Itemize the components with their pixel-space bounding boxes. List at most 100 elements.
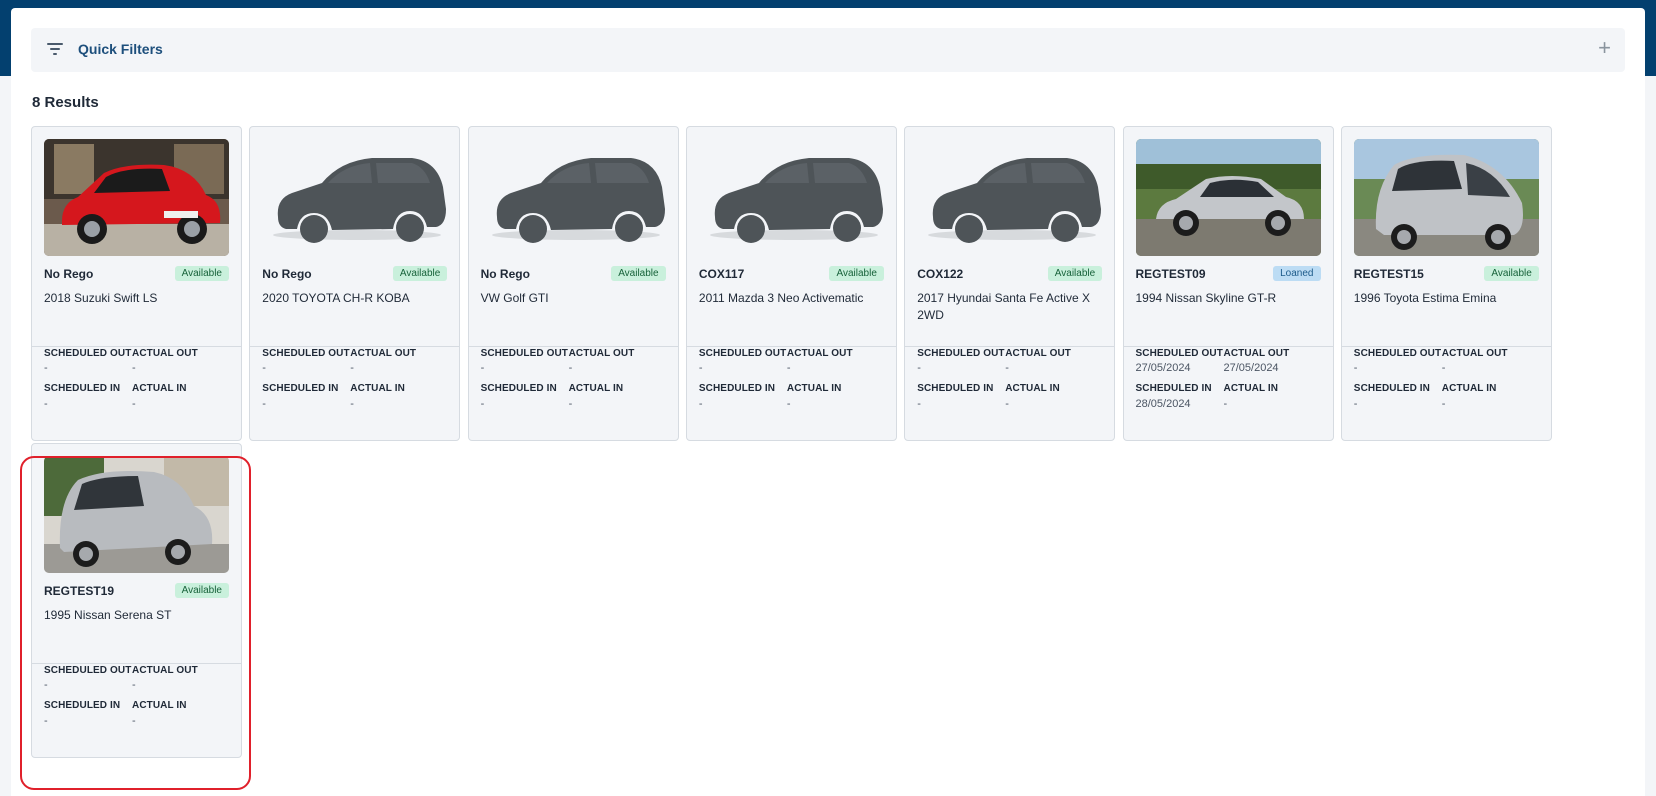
actual-in-label: ACTUAL IN [1223,383,1279,394]
scheduled-in-value: 28/05/2024 [1135,398,1191,410]
card-divider [905,346,1115,347]
vehicle-title: 1996 Toyota Estima Emina [1353,291,1497,305]
scheduled-out-value: - [44,362,48,374]
vehicle-title: 1994 Nissan Skyline GT-R [1135,291,1277,305]
vehicle-photo [480,139,666,256]
actual-out-label: ACTUAL OUT [132,348,198,359]
actual-out-label: ACTUAL OUT [350,348,417,359]
scheduled-out-value: - [917,362,921,374]
vehicle-card[interactable]: No Rego Available 2020 TOYOTA CH-R KOBA … [249,126,461,441]
actual-in-value: - [132,398,136,410]
actual-in-label: ACTUAL IN [1005,383,1060,394]
actual-out-label: ACTUAL OUT [1441,348,1508,359]
card-divider [1123,346,1333,347]
status-badge: Available [1484,266,1539,281]
actual-out-value: - [568,362,573,374]
card-divider [468,346,678,347]
actual-in-value: - [1005,398,1009,410]
selected-card-outline [20,456,251,790]
actual-in-label: ACTUAL IN [568,383,624,394]
actual-out-label: ACTUAL OUT [786,348,853,359]
scheduled-out-value: - [262,362,266,374]
vehicle-rego: No Rego [480,267,530,281]
vehicle-card[interactable]: REGTEST15 Available 1996 Toyota Estima E… [1340,126,1552,441]
plus-icon[interactable]: + [1598,37,1611,59]
actual-in-label: ACTUAL IN [350,383,405,394]
vehicle-rego: COX122 [917,267,964,281]
actual-in-label: ACTUAL IN [786,383,842,394]
status-badge: Available [174,266,229,281]
vehicle-card[interactable]: REGTEST09 Loaned 1994 Nissan Skyline GT-… [1122,126,1334,441]
vehicle-title: 2017 Hyundai Santa Fe Active X 2WD [917,291,1090,322]
vehicle-title: 2018 Suzuki Swift LS [44,291,158,305]
scheduled-in-value: - [480,398,485,410]
vehicle-card[interactable]: No Rego Available VW Golf GTI SCHEDULED … [467,126,679,441]
quick-filters-bar[interactable]: Quick Filters + [31,28,1625,72]
actual-in-value: - [350,398,354,410]
vehicle-card[interactable]: COX122 Available 2017 Hyundai Santa Fe A… [904,126,1116,441]
scheduled-in-label: SCHEDULED IN [698,383,776,394]
actual-in-value: - [568,398,573,410]
scheduled-out-label: SCHEDULED OUT [44,348,132,359]
actual-in-value: - [1223,398,1228,410]
vehicle-photo [1353,139,1539,256]
actual-in-value: - [786,398,791,410]
vehicle-rego: No Rego [44,267,94,281]
vehicle-card[interactable]: COX117 Available 2011 Mazda 3 Neo Active… [685,126,897,441]
actual-out-label: ACTUAL OUT [1223,348,1290,359]
scheduled-out-value: 27/05/2024 [1135,362,1191,374]
scheduled-out-label: SCHEDULED OUT [262,348,350,359]
scheduled-in-label: SCHEDULED IN [262,383,339,394]
vehicle-photo [1135,139,1321,256]
scheduled-in-value: - [917,398,921,410]
vehicle-photo [917,139,1103,256]
actual-in-value: - [1441,398,1446,410]
actual-out-value: - [1441,362,1446,374]
actual-in-label: ACTUAL IN [1441,383,1497,394]
scheduled-in-value: - [262,398,266,410]
scheduled-in-label: SCHEDULED IN [480,383,557,394]
vehicle-rego: REGTEST09 [1135,267,1206,281]
vehicle-rego: No Rego [262,267,312,281]
vehicle-title: 2011 Mazda 3 Neo Activematic [698,291,864,305]
status-badge: Available [1047,266,1103,281]
quick-filters-label: Quick Filters [78,41,163,57]
scheduled-out-label: SCHEDULED OUT [1353,348,1442,359]
card-divider [686,346,896,347]
scheduled-out-value: - [1353,362,1358,374]
vehicle-photo [698,139,884,256]
status-badge: Loaned [1273,266,1321,281]
scheduled-out-value: - [698,362,703,374]
status-badge: Available [611,266,666,281]
vehicle-rego: COX117 [698,267,745,281]
vehicle-photo [262,139,448,256]
vehicle-title: VW Golf GTI [480,291,549,305]
scheduled-out-value: - [480,362,485,374]
scheduled-in-value: - [1353,398,1358,410]
card-divider [250,346,460,347]
actual-out-value: - [132,362,136,374]
scheduled-in-label: SCHEDULED IN [1353,383,1431,394]
vehicle-rego: REGTEST15 [1353,267,1424,281]
actual-in-label: ACTUAL IN [132,383,187,394]
actual-out-label: ACTUAL OUT [568,348,635,359]
scheduled-in-value: - [44,398,48,410]
scheduled-in-label: SCHEDULED IN [44,383,121,394]
actual-out-value: - [1005,362,1009,374]
vehicle-photo [44,139,229,256]
status-badge: Available [829,266,884,281]
card-divider [32,346,241,347]
vehicle-card[interactable]: No Rego Available 2018 Suzuki Swift LS S… [31,126,242,441]
results-count: 8 Results [32,94,99,111]
scheduled-in-value: - [698,398,703,410]
filter-icon [47,42,63,56]
status-badge: Available [392,266,448,281]
vehicle-title: 2020 TOYOTA CH-R KOBA [262,291,410,305]
actual-out-value: - [350,362,354,374]
scheduled-out-label: SCHEDULED OUT [1135,348,1223,359]
scheduled-in-label: SCHEDULED IN [917,383,994,394]
actual-out-value: - [786,362,791,374]
actual-out-value: 27/05/2024 [1223,362,1279,374]
scheduled-out-label: SCHEDULED OUT [917,348,1005,359]
scheduled-in-label: SCHEDULED IN [1135,383,1212,394]
